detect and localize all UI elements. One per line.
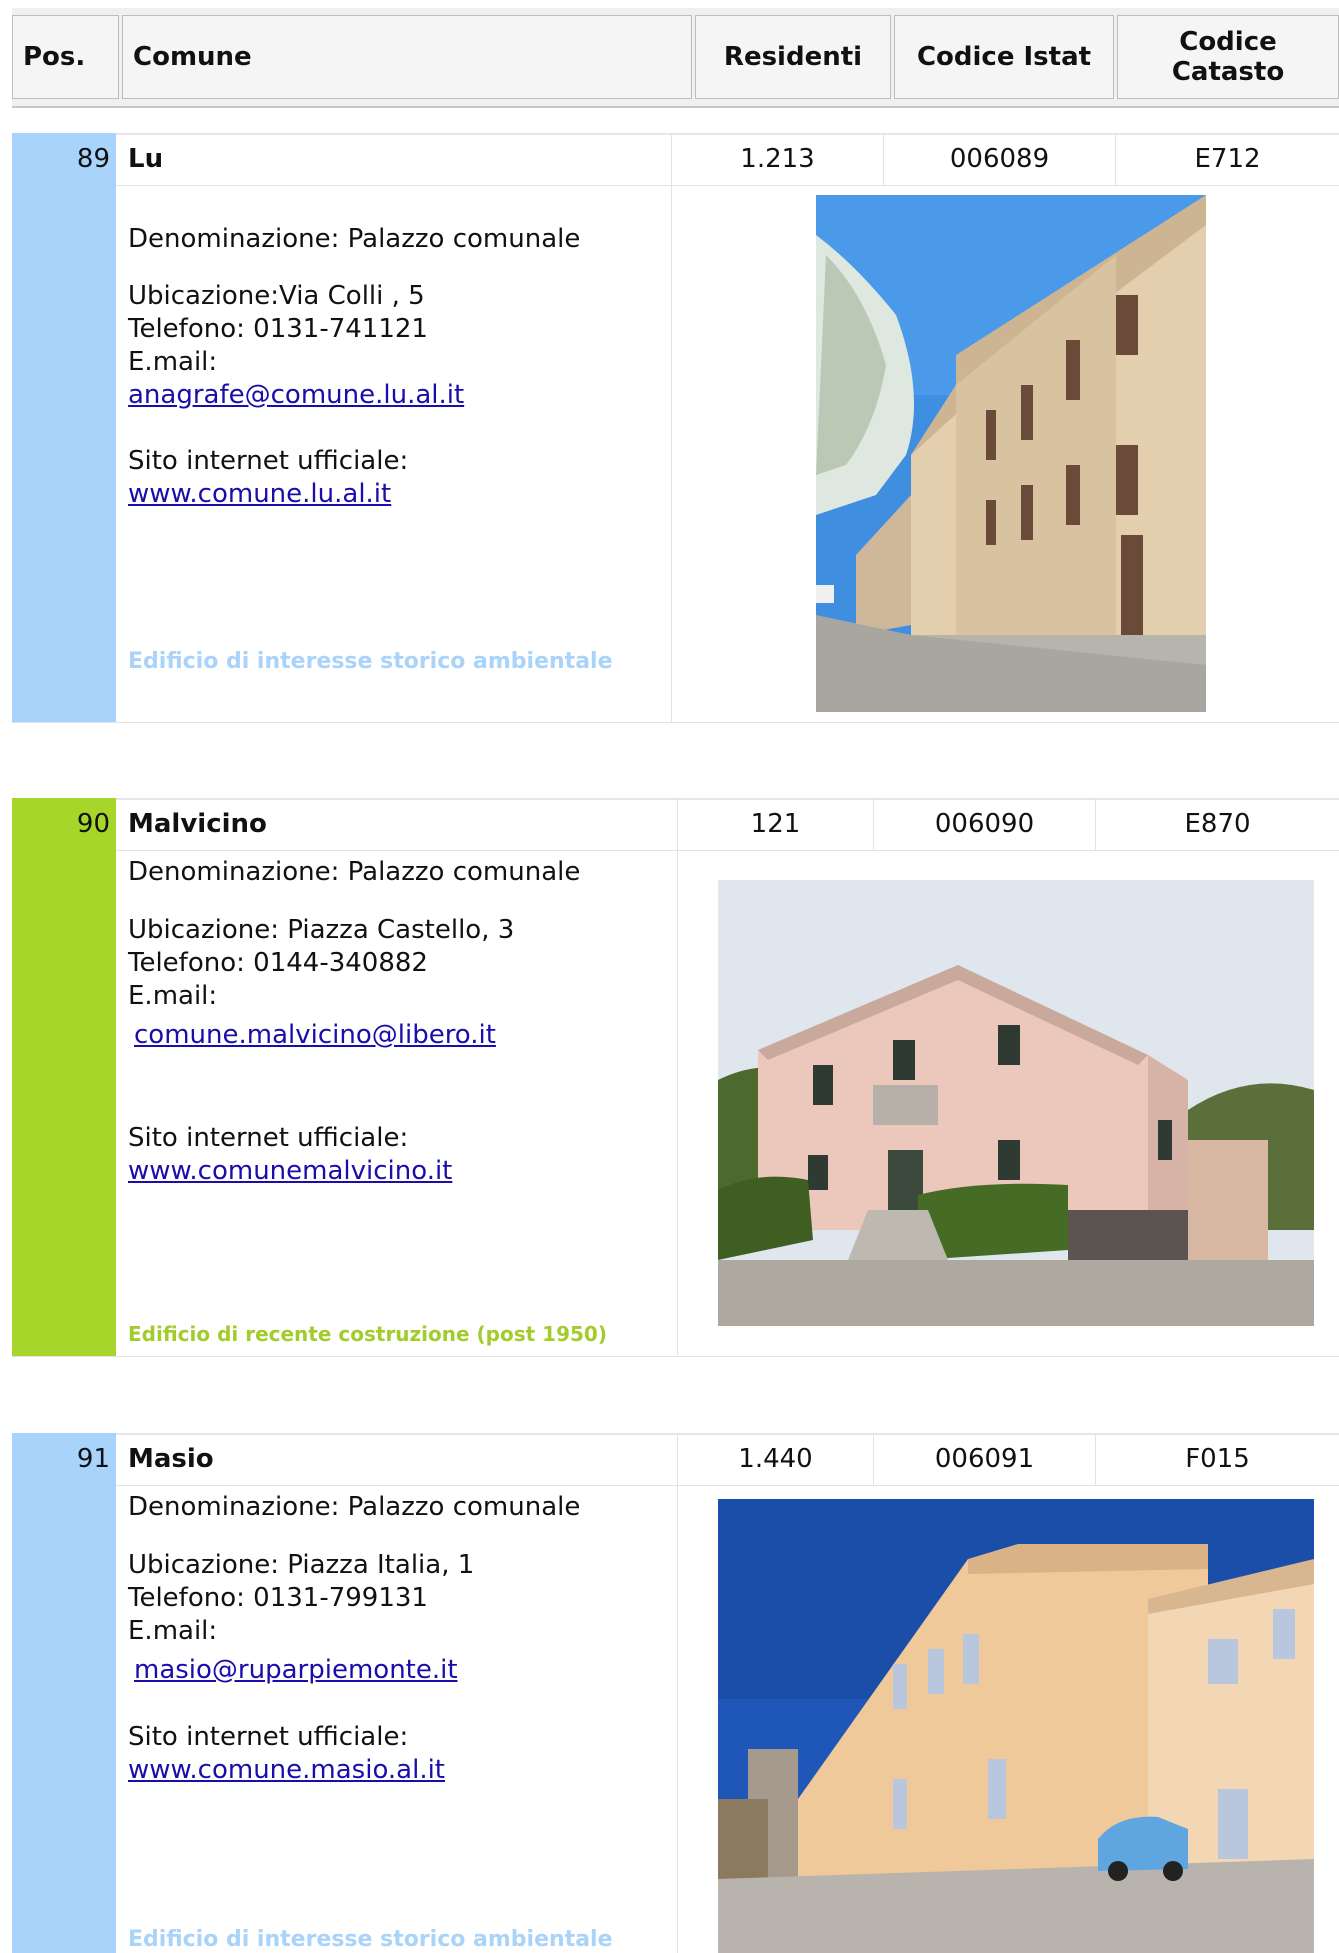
comune-name: Masio: [128, 1444, 214, 1474]
building-category: Edificio di interesse storico ambientale: [128, 649, 613, 674]
comune-name: Malvicino: [128, 809, 267, 839]
building-category: Edificio di recente costruzione (post 19…: [128, 1322, 607, 1346]
website-link[interactable]: www.comunemalvicino.it: [128, 1156, 452, 1186]
codice-catasto-value: E712: [1115, 133, 1339, 185]
record-masio: 91 Masio 1.440 006091 F015 Denominazione…: [12, 1433, 1339, 1953]
header-residenti: Residenti: [695, 15, 891, 99]
category-color-bar: [12, 133, 116, 723]
email-label: E.mail:: [128, 981, 218, 1011]
category-color-bar: [12, 798, 116, 1357]
telefono: Telefono: 0144-340882: [128, 948, 428, 978]
denominazione: Denominazione: Palazzo comunale: [128, 857, 581, 887]
sito-label: Sito internet ufficiale:: [128, 446, 409, 476]
denominazione: Denominazione: Palazzo comunale: [128, 224, 581, 254]
record-malvicino: 90 Malvicino 121 006090 E870 Denominazio…: [12, 798, 1339, 1357]
email-link[interactable]: masio@ruparpiemonte.it: [134, 1655, 458, 1685]
record-position: 90: [76, 809, 110, 839]
residenti-value: 121: [677, 798, 873, 850]
header-pos: Pos.: [12, 15, 119, 99]
email-label: E.mail:: [128, 1616, 218, 1646]
email-link[interactable]: anagrafe@comune.lu.al.it: [128, 380, 464, 410]
codice-catasto-value: F015: [1095, 1433, 1339, 1485]
ubicazione: Ubicazione:Via Colli , 5: [128, 281, 425, 311]
table-header: Pos. Comune Residenti Codice Istat Codic…: [12, 8, 1339, 108]
residenti-value: 1.213: [671, 133, 883, 185]
codice-istat-value: 006089: [883, 133, 1115, 185]
codice-catasto-value: E870: [1095, 798, 1339, 850]
town-hall-photo: [718, 880, 1314, 1326]
header-codice-istat: Codice Istat: [894, 15, 1114, 99]
ubicazione: Ubicazione: Piazza Castello, 3: [128, 915, 515, 945]
comune-name: Lu: [128, 144, 164, 174]
record-position: 89: [76, 144, 110, 174]
sito-label: Sito internet ufficiale:: [128, 1722, 409, 1752]
telefono: Telefono: 0131-799131: [128, 1583, 428, 1613]
town-hall-photo: [718, 1499, 1314, 1953]
town-hall-photo: [816, 195, 1206, 712]
header-comune: Comune: [122, 15, 692, 99]
website-link[interactable]: www.comune.masio.al.it: [128, 1755, 445, 1785]
details: Denominazione: Palazzo comunale Ubicazio…: [128, 223, 580, 511]
header-codice-catasto: Codice Catasto: [1117, 15, 1339, 99]
residenti-value: 1.440: [677, 1433, 873, 1485]
category-color-bar: [12, 1433, 116, 1953]
codice-istat-value: 006090: [873, 798, 1095, 850]
email-link[interactable]: comune.malvicino@libero.it: [134, 1020, 496, 1050]
details: Denominazione: Palazzo comunale Ubicazio…: [128, 1491, 580, 1787]
website-link[interactable]: www.comune.lu.al.it: [128, 479, 391, 509]
record-position: 91: [76, 1444, 110, 1474]
sito-label: Sito internet ufficiale:: [128, 1123, 409, 1153]
building-category: Edificio di interesse storico ambientale: [128, 1927, 613, 1952]
ubicazione: Ubicazione: Piazza Italia, 1: [128, 1550, 475, 1580]
codice-istat-value: 006091: [873, 1433, 1095, 1485]
telefono: Telefono: 0131-741121: [128, 314, 428, 344]
details: Denominazione: Palazzo comunale Ubicazio…: [128, 856, 580, 1188]
email-label: E.mail:: [128, 347, 218, 377]
record-lu: 89 Lu 1.213 006089 E712 Denominazione: P…: [12, 133, 1339, 723]
denominazione: Denominazione: Palazzo comunale: [128, 1492, 581, 1522]
